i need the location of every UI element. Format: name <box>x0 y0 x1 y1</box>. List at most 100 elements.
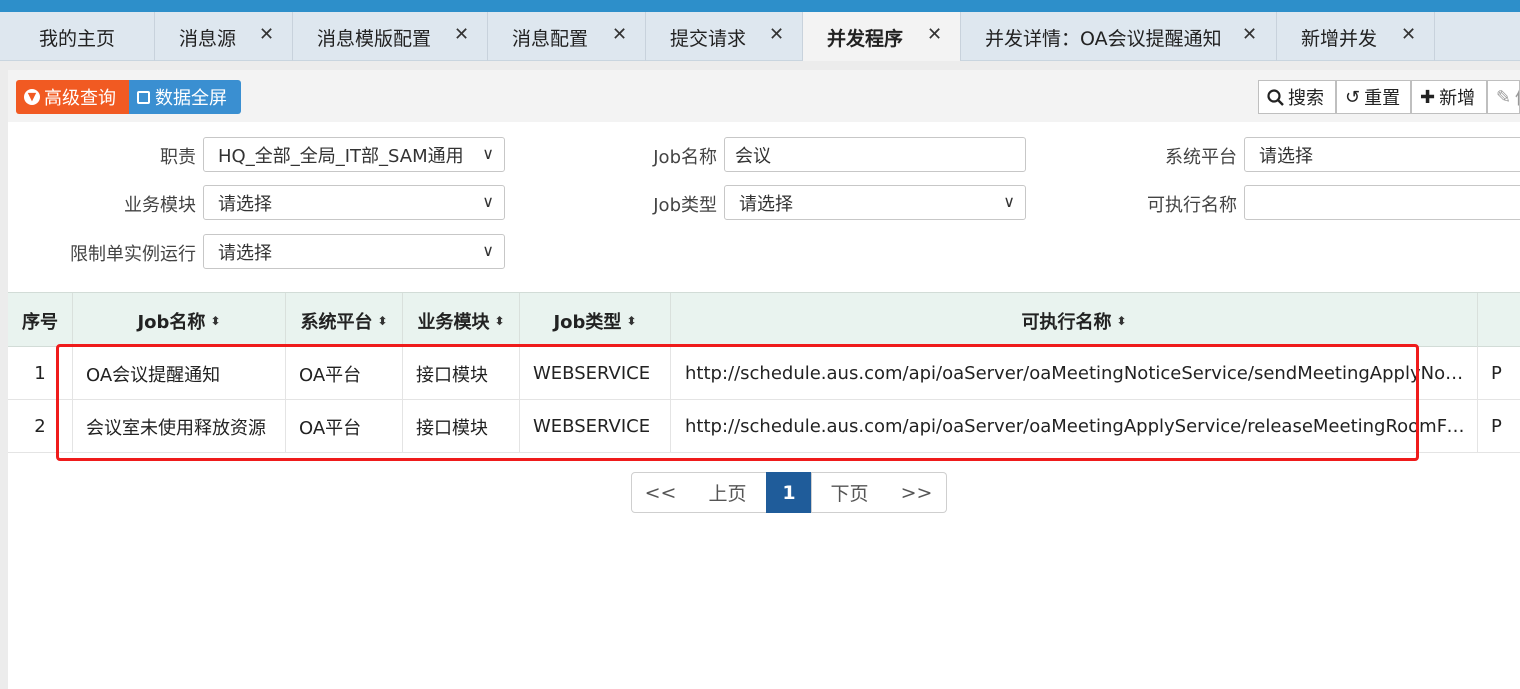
tab-label: 我的主页 <box>39 28 116 50</box>
exec-label: 可执行名称 <box>1147 195 1237 216</box>
fullscreen-button[interactable]: 数据全屏 <box>129 80 241 114</box>
jobtype-select[interactable]: 请选择 ∨ <box>724 185 1026 220</box>
tab-label: 提交请求 <box>670 28 747 50</box>
tab-new-concurrent[interactable]: 新增并发 ✕ <box>1277 12 1435 61</box>
module-value: 请选择 <box>218 193 272 215</box>
cell-extra: P <box>1491 363 1502 384</box>
exec-name-text: http://schedule.aus.com/api/oaServer/oaM… <box>685 363 1469 384</box>
table-row[interactable]: 1 OA会议提醒通知 OA平台 接口模块 WEBSERVICE http://s… <box>8 347 1520 400</box>
tab-message-source[interactable]: 消息源 ✕ <box>155 12 293 61</box>
tab-concurrent-detail[interactable]: 并发详情：OA会议提醒通知 ✕ <box>961 12 1277 61</box>
cell-exec-name: http://schedule.aus.com/api/oaServer/oaM… <box>671 400 1478 453</box>
edit-label: 修 <box>1515 84 1519 110</box>
sort-icon: ⬍ <box>377 313 388 328</box>
tab-message-config[interactable]: 消息配置 ✕ <box>488 12 646 61</box>
chevron-down-icon: ∨ <box>482 144 494 163</box>
jobtype-value: 请选择 <box>739 193 793 215</box>
tab-label: 新增并发 <box>1301 28 1378 50</box>
tab-submit-request[interactable]: 提交请求 ✕ <box>646 12 803 61</box>
header-label: Job类型 <box>553 311 622 333</box>
undo-icon: ↺ <box>1345 86 1361 108</box>
chevron-down-icon: ∨ <box>1003 192 1015 211</box>
header-module[interactable]: 业务模块 ⬍ <box>403 293 520 348</box>
cell-no: 2 <box>8 400 73 453</box>
tab-label: 并发程序 <box>827 28 904 50</box>
close-icon[interactable]: ✕ <box>1242 24 1257 45</box>
sort-icon: ⬍ <box>626 313 637 328</box>
platform-select[interactable]: 请选择 <box>1244 137 1520 172</box>
close-icon[interactable]: ✕ <box>1401 24 1416 45</box>
current-page[interactable]: 1 <box>766 472 812 513</box>
close-icon[interactable]: ✕ <box>259 24 274 45</box>
prev-page-button[interactable]: 上页 <box>689 472 767 513</box>
reset-button[interactable]: ↺ 重置 <box>1336 80 1411 114</box>
add-button[interactable]: ✚ 新增 <box>1411 80 1487 114</box>
close-icon[interactable]: ✕ <box>612 24 627 45</box>
last-page-button[interactable]: >> <box>887 472 947 513</box>
reset-label: 重置 <box>1364 88 1401 109</box>
single-instance-label: 限制单实例运行 <box>70 244 196 265</box>
platform-label: 系统平台 <box>1165 147 1237 168</box>
advanced-query-label: 高级查询 <box>44 88 116 109</box>
close-icon[interactable]: ✕ <box>454 24 469 45</box>
search-label: 搜索 <box>1288 88 1324 109</box>
cell-job-type: WEBSERVICE <box>520 347 671 400</box>
header-no: 序号 <box>8 293 73 348</box>
edit-button[interactable]: ✎ 修 <box>1487 80 1520 114</box>
header-job-name[interactable]: Job名称 ⬍ <box>73 293 286 348</box>
close-icon[interactable]: ✕ <box>927 24 942 45</box>
tab-home[interactable]: 我的主页 <box>0 12 155 61</box>
duty-label: 职责 <box>160 147 196 168</box>
plus-icon: ✚ <box>1420 86 1436 108</box>
cell-platform: OA平台 <box>286 400 403 453</box>
module-select[interactable]: 请选择 ∨ <box>203 185 505 220</box>
next-page-button[interactable]: 下页 <box>811 472 888 513</box>
tab-message-template-config[interactable]: 消息模版配置 ✕ <box>293 12 488 61</box>
square-icon <box>137 90 150 104</box>
cell-job-type: WEBSERVICE <box>520 400 671 453</box>
header-label: 序号 <box>22 311 58 333</box>
chevron-down-circle-icon: ▼ <box>24 89 40 105</box>
header-label: Job名称 <box>137 311 206 333</box>
jobname-label: Job名称 <box>653 147 717 168</box>
chevron-down-icon: ∨ <box>482 241 494 260</box>
module-label: 业务模块 <box>124 195 196 216</box>
data-table: 序号 Job名称 ⬍ 系统平台 ⬍ 业务模块 ⬍ Job类型 ⬍ 可执行名称 ⬍ 1 OA… <box>8 292 1520 454</box>
sort-icon: ⬍ <box>1116 313 1127 328</box>
top-accent-bar <box>0 0 1520 12</box>
first-page-button[interactable]: << <box>631 472 690 513</box>
table-row[interactable]: 2 会议室未使用释放资源 OA平台 接口模块 WEBSERVICE http:/… <box>8 400 1520 453</box>
sort-icon: ⬍ <box>494 313 505 328</box>
close-icon[interactable]: ✕ <box>769 24 784 45</box>
tab-label: 消息配置 <box>512 28 589 50</box>
cell-exec-name: http://schedule.aus.com/api/oaServer/oaM… <box>671 347 1478 400</box>
exec-input[interactable] <box>1244 185 1520 220</box>
fullscreen-label: 数据全屏 <box>155 88 227 109</box>
header-exec-name[interactable]: 可执行名称 ⬍ <box>671 293 1478 348</box>
header-more <box>1478 293 1520 348</box>
single-instance-value: 请选择 <box>218 242 272 264</box>
jobname-input[interactable]: 会议 <box>724 137 1026 172</box>
cell-no: 1 <box>8 347 73 400</box>
tab-concurrent-program[interactable]: 并发程序 ✕ <box>803 12 961 61</box>
header-platform[interactable]: 系统平台 ⬍ <box>286 293 403 348</box>
single-instance-select[interactable]: 请选择 ∨ <box>203 234 505 269</box>
jobtype-label: Job类型 <box>653 195 717 216</box>
advanced-query-button[interactable]: ▼ 高级查询 <box>16 80 129 114</box>
search-icon <box>1267 88 1284 106</box>
search-button[interactable]: 搜索 <box>1258 80 1336 114</box>
cell-module: 接口模块 <box>403 400 520 453</box>
tab-label: 消息源 <box>179 28 237 50</box>
tab-label: 消息模版配置 <box>317 28 432 50</box>
cell-extra: P <box>1491 416 1502 437</box>
header-job-type[interactable]: Job类型 ⬍ <box>520 293 671 348</box>
jobname-value: 会议 <box>735 145 771 167</box>
exec-name-text: http://schedule.aus.com/api/oaServer/oaM… <box>685 416 1469 437</box>
sort-icon: ⬍ <box>210 313 221 328</box>
cell-platform: OA平台 <box>286 347 403 400</box>
cell-job-name: OA会议提醒通知 <box>73 347 286 400</box>
chevron-down-icon: ∨ <box>482 192 494 211</box>
pencil-icon: ✎ <box>1496 86 1512 108</box>
duty-select[interactable]: HQ_全部_全局_IT部_SAM通用 ∨ <box>203 137 505 172</box>
platform-value: 请选择 <box>1259 145 1313 167</box>
